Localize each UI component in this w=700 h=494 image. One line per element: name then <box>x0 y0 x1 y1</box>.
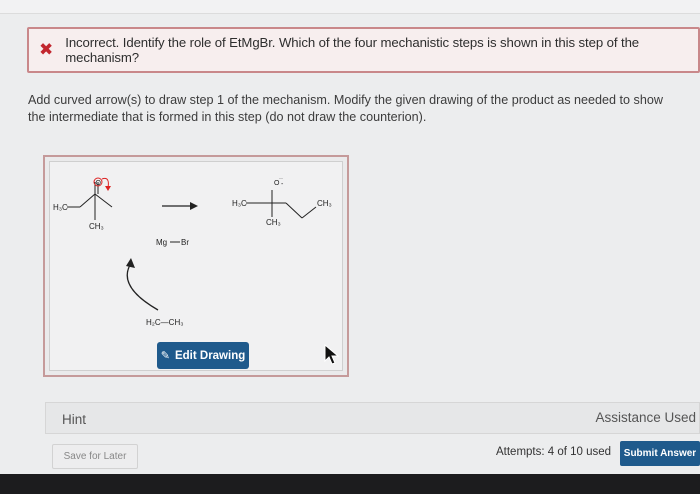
reagent-br-label: Br <box>181 238 189 247</box>
reagent-mg-label: Mg <box>156 238 167 247</box>
product-bond <box>301 206 317 219</box>
grignard-arrow-head <box>126 258 135 268</box>
reactant-bond <box>94 193 113 208</box>
reactant-bond <box>79 193 96 208</box>
pencil-icon: ✎ <box>160 350 170 362</box>
edit-drawing-button[interactable]: ✎ Edit Drawing <box>157 342 249 369</box>
reaction-arrow-head <box>190 202 198 210</box>
product-ch3-right-label: CH₃ <box>317 199 332 208</box>
reactant-oxygen-label: O <box>96 180 102 187</box>
mouse-cursor-icon <box>324 344 340 365</box>
save-for-later-button[interactable]: Save for Later <box>52 444 138 469</box>
top-strip <box>0 0 700 14</box>
hint-bar[interactable]: Hint Assistance Used <box>45 402 700 434</box>
product-bond <box>285 202 303 219</box>
question-instructions: Add curved arrow(s) to draw step 1 of th… <box>28 93 663 124</box>
grignard-curved-arrow[interactable] <box>126 264 159 311</box>
assistance-used-label: Assistance Used <box>595 410 696 425</box>
reagent-ethyl-label: H₂C—CH₃ <box>146 318 183 327</box>
mechanism-drawing: H₃C O CH₃ Mg Br H₂C—CH₃ H₃C O ·· - CH₃ C… <box>53 176 332 327</box>
reactant-h3c-label: H₃C <box>53 203 68 212</box>
feedback-message: Incorrect. Identify the role of EtMgBr. … <box>65 35 640 65</box>
bottom-bar <box>0 474 700 494</box>
product-h3c-label: H₃C <box>232 199 247 208</box>
product-ch3-bottom-label: CH₃ <box>266 218 281 227</box>
drawing-panel[interactable]: H₃C O CH₃ Mg Br H₂C—CH₃ H₃C O ·· - CH₃ C… <box>43 155 349 377</box>
edit-drawing-label: Edit Drawing <box>174 349 246 362</box>
attempts-counter: Attempts: 4 of 10 used <box>496 446 612 458</box>
product-charge-sign: - <box>281 181 284 188</box>
curved-arrow-head <box>105 186 111 191</box>
feedback-banner: ✖ Incorrect. Identify the role of EtMgBr… <box>27 27 700 73</box>
drawing-canvas[interactable]: H₃C O CH₃ Mg Br H₂C—CH₃ H₃C O ·· - CH₃ C… <box>49 161 343 371</box>
reactant-ch3-label: CH₃ <box>89 222 104 231</box>
x-icon: ✖ <box>39 40 54 60</box>
submit-answer-button[interactable]: Submit Answer <box>620 441 700 466</box>
hint-link[interactable]: Hint <box>62 412 86 427</box>
